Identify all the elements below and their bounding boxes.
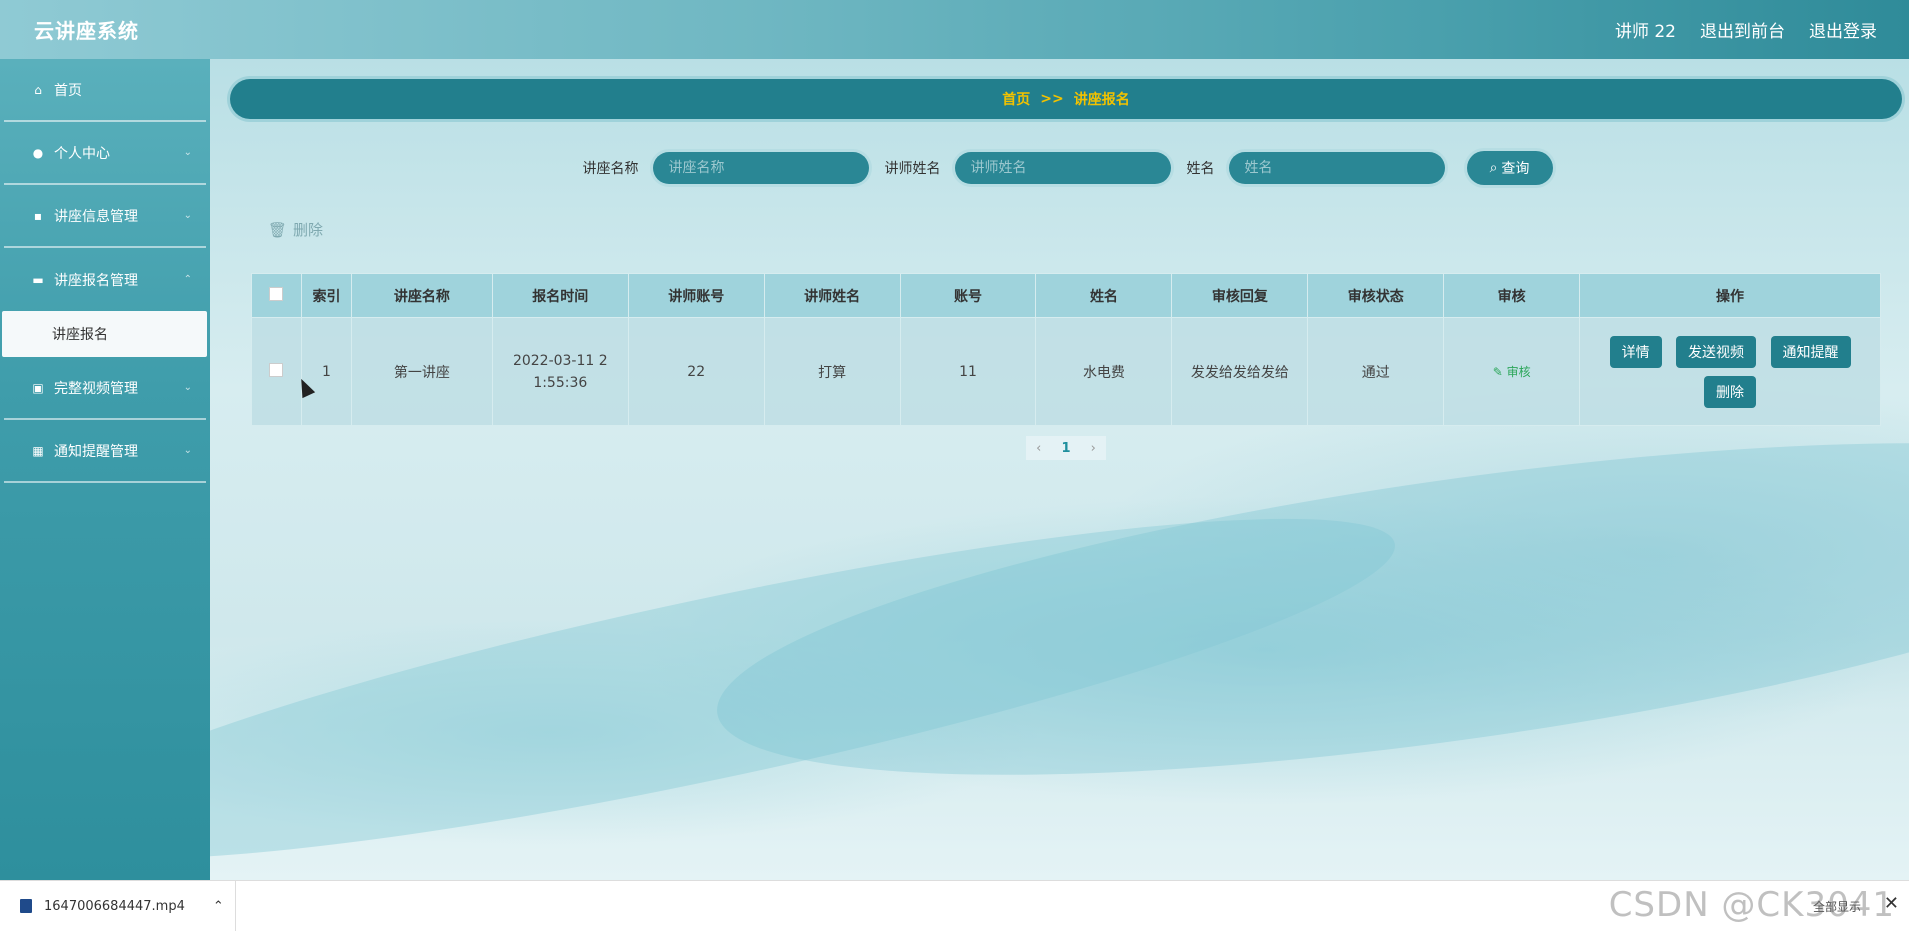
sidebar-item-notify[interactable]: ▦ 通知提醒管理 ⌄ [4,420,206,483]
cell-account: 11 [899,317,1037,426]
audit-link[interactable]: ✎ 审核 [1493,365,1531,379]
top-bar: 云讲座系统 讲师 22 退出到前台 退出登录 [0,0,1909,59]
sidebar-item-lecture-info[interactable]: ▪ 讲座信息管理 ⌄ [4,185,206,248]
column-header: 讲师账号 [627,273,765,318]
column-header: 账号 [899,273,1037,318]
batch-delete-button[interactable]: 🗑 删除 [268,219,323,240]
download-item[interactable]: 1647006684447.mp4 ⌃ [0,880,236,931]
column-header: 索引 [300,273,352,318]
main-content: 首页 >> 讲座报名 讲座名称 讲师姓名 姓名 ⌕ 查询 🗑 删除 索引 讲座名… [210,59,1909,880]
sidebar-item-label: 首页 [54,82,82,99]
breadcrumb-separator: >> [1040,91,1064,107]
enrollment-table: 索引 讲座名称 报名时间 讲师账号 讲师姓名 账号 姓名 审核回复 审核状态 审… [251,273,1881,426]
column-header: 讲座名称 [350,273,493,318]
column-header: 操作 [1579,273,1881,318]
cell-reply: 发发给发给发给 [1171,317,1309,426]
search-icon: ⌕ [1489,160,1498,176]
column-header: 审核 [1443,273,1581,318]
column-header: 审核状态 [1307,273,1445,318]
current-user-label[interactable]: 讲师 22 [1615,17,1676,42]
sidebar-item-profile[interactable]: ● 个人中心 ⌄ [4,122,206,185]
cell-index: 1 [300,317,352,426]
sidebar-item-label: 个人中心 [54,145,110,162]
breadcrumb-home[interactable]: 首页 [1002,89,1030,109]
chevron-down-icon: ⌄ [183,210,192,221]
cell-audit: ✎ 审核 [1443,317,1581,426]
select-all-cell [251,273,302,318]
breadcrumb: 首页 >> 讲座报名 [230,79,1902,119]
table-row: 1 第一讲座 2022-03-11 21:55:36 22 打算 11 水电费 … [251,317,1881,426]
detail-button[interactable]: 详情 [1609,335,1662,368]
lecture-name-label: 讲座名称 [582,161,639,177]
cell-time: 2022-03-11 21:55:36 [491,317,629,426]
sidebar: ⌂ 首页 ● 个人中心 ⌄ ▪ 讲座信息管理 ⌄ ▬ 讲座报名管理 ⌃ 讲座报名… [0,59,210,880]
monitor-icon: ▬ [32,272,44,287]
trash-icon: 🗑 [268,220,288,239]
top-right-links: 讲师 22 退出到前台 退出登录 [1615,17,1877,42]
row-checkbox[interactable] [269,362,284,377]
query-button[interactable]: ⌕ 查询 [1466,151,1553,185]
lecture-name-input[interactable] [652,152,869,184]
close-icon[interactable]: ✕ [1884,893,1899,914]
download-filename: 1647006684447.mp4 [44,898,185,914]
exit-to-front-link[interactable]: 退出到前台 [1700,17,1785,42]
pagination: ‹ 1 › [1026,436,1106,460]
cell-name: 水电费 [1035,317,1173,426]
delete-row-button[interactable]: 删除 [1704,375,1757,408]
chevron-up-icon[interactable]: ⌃ [213,899,224,914]
file-icon [20,899,32,913]
query-button-label: 查询 [1501,161,1530,177]
teacher-name-label: 讲师姓名 [884,161,941,177]
sidebar-item-label: 完整视频管理 [54,380,138,397]
column-header: 审核回复 [1171,273,1309,318]
column-header: 姓名 [1035,273,1173,318]
search-form: 讲座名称 讲师姓名 姓名 ⌕ 查询 [210,151,1909,185]
send-video-button[interactable]: 发送视频 [1676,335,1757,368]
show-all-downloads-link[interactable]: 全部显示 [1813,898,1861,915]
row-select-cell [251,317,302,426]
cell-status: 通过 [1307,317,1445,426]
chevron-down-icon: ⌄ [183,147,192,158]
chevron-up-icon: ⌃ [183,274,192,285]
name-label: 姓名 [1186,161,1215,177]
sidebar-item-video[interactable]: ▣ 完整视频管理 ⌄ [4,357,206,420]
grid-icon: ▦ [32,443,44,458]
table-header-row: 索引 讲座名称 报名时间 讲师账号 讲师姓名 账号 姓名 审核回复 审核状态 审… [251,273,1881,318]
user-icon: ● [32,145,44,160]
cell-lecture: 第一讲座 [350,317,493,426]
cell-teacher-account: 22 [627,317,765,426]
logout-link[interactable]: 退出登录 [1809,17,1877,42]
sidebar-subitem-enrollment[interactable]: 讲座报名 [2,311,207,357]
app-title: 云讲座系统 [34,19,139,43]
sidebar-item-enrollment[interactable]: ▬ 讲座报名管理 ⌃ [4,248,206,311]
sidebar-item-label: 讲座信息管理 [54,208,138,225]
sidebar-item-label: 通知提醒管理 [54,443,138,460]
select-all-checkbox[interactable] [269,286,284,301]
column-header: 讲师姓名 [763,273,901,318]
prev-page-icon[interactable]: ‹ [1036,441,1041,456]
page-number[interactable]: 1 [1061,441,1070,456]
teacher-name-input[interactable] [954,152,1171,184]
background-wave [699,375,1909,843]
next-page-icon[interactable]: › [1091,441,1096,456]
audit-link-label: 审核 [1506,365,1531,379]
sidebar-item-label: 讲座报名管理 [54,272,138,289]
delete-label: 删除 [293,221,324,239]
name-input[interactable] [1228,152,1445,184]
video-icon: ▣ [32,380,44,395]
breadcrumb-current: 讲座报名 [1073,92,1130,108]
notify-button[interactable]: 通知提醒 [1770,335,1851,368]
sidebar-item-home[interactable]: ⌂ 首页 [4,59,206,122]
column-header: 报名时间 [491,273,629,318]
chevron-down-icon: ⌄ [183,382,192,393]
cell-operations: 详情 发送视频 通知提醒 删除 [1579,317,1881,426]
home-icon: ⌂ [34,82,42,97]
cell-teacher-name: 打算 [763,317,901,426]
signpost-icon: ▪ [33,208,43,223]
edit-icon: ✎ [1492,365,1503,379]
chevron-down-icon: ⌄ [183,445,192,456]
